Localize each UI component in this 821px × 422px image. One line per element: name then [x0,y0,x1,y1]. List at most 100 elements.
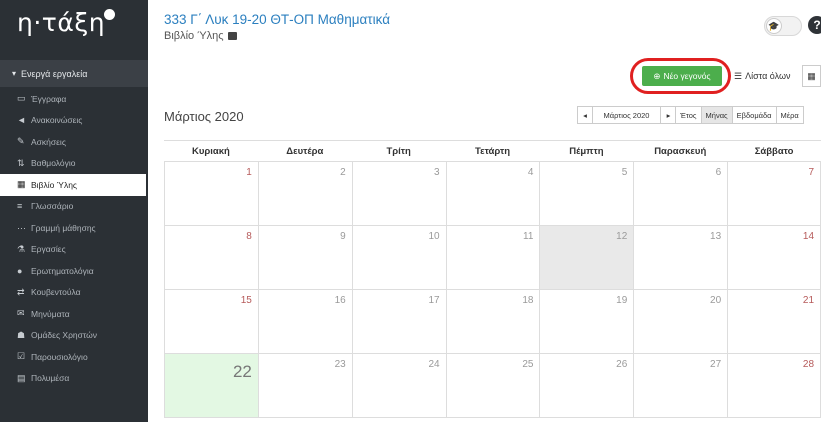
sidebar-item-label: Μηνύματα [31,308,70,319]
page-subtitle: Βιβλίο Ύλης [164,30,237,42]
folder-icon: ▭ [17,93,26,104]
day-cell[interactable]: 15 [164,290,258,353]
sidebar-item-announcements[interactable]: ◄ Ανακοινώσεις [0,110,148,132]
sidebar-item-label: Κουβεντούλα [31,287,81,298]
active-tools-label: Ενεργά εργαλεία [21,68,88,79]
sidebar-item-glossary[interactable]: ≡ Γλωσσάριο [0,196,148,218]
weekday-tuesday: Τρίτη [386,146,411,157]
toggle-description-icon[interactable] [227,32,237,40]
day-cell[interactable]: 27 [633,354,727,417]
day-cell[interactable]: 21 [727,290,821,353]
day-cell[interactable]: 9 [257,226,352,289]
help-icon[interactable]: ? [808,16,821,34]
graduation-cap-icon: 🎓 [766,18,782,34]
day-number: 17 [428,295,440,306]
day-cell[interactable]: 4 [445,162,540,225]
month-navigation: ◂ Μάρτιος 2020 ▸ [577,106,677,124]
question-circle-icon: ● [17,265,23,276]
day-number: 19 [616,295,628,306]
day-number: 4 [527,167,534,178]
day-cell[interactable]: 3 [351,162,446,225]
day-cell[interactable]: 13 [633,226,727,289]
day-number: 21 [802,295,815,306]
student-view-toggle[interactable]: 🎓 [764,16,802,36]
list-icon: ≡ [17,201,23,212]
check-square-icon: ☑ [17,351,26,362]
day-number: 6 [715,167,722,178]
day-cell[interactable]: 20 [633,290,727,353]
day-number: 13 [710,231,722,242]
sidebar-item-label: Βιβλίο Ύλης [31,179,78,190]
film-icon: ▤ [17,372,26,383]
sidebar-item-learning-path[interactable]: ··· Γραμμή μάθησης [0,217,148,239]
day-cell[interactable]: 2 [257,162,352,225]
sidebar-item-attendance[interactable]: ☑ Παρουσιολόγιο [0,346,148,368]
sidebar-item-questionnaires[interactable]: ● Ερωτηματολόγια [0,260,148,282]
day-cell[interactable]: 7 [727,162,821,225]
new-event-button[interactable]: ⊕ Νέο γεγονός [642,66,722,86]
day-number: 14 [802,231,815,242]
sidebar-item-label: Έγγραφα [31,93,67,104]
day-number: 10 [428,231,440,242]
ellipsis-icon: ··· [17,222,26,233]
sidebar-item-course-book[interactable]: ▦ Βιβλίο Ύλης [0,174,146,196]
day-cell[interactable]: 23 [257,354,352,417]
day-number: 20 [710,295,722,306]
sidebar-item-gradebook[interactable]: ⇅ Βαθμολόγιο [0,153,148,175]
view-day-button[interactable]: Μέρα [776,106,804,124]
day-number: 9 [340,231,346,242]
day-cell-today[interactable]: 22 [164,354,258,417]
sidebar-item-messages[interactable]: ✉ Μηνύματα [0,303,148,325]
day-cell[interactable]: 19 [539,290,633,353]
sort-icon: ⇅ [17,157,25,168]
day-cell[interactable]: 17 [351,290,446,353]
sidebar-item-label: Παρουσιολόγιο [31,351,88,362]
sidebar-item-documents[interactable]: ▭ Έγγραφα [0,88,148,110]
view-switcher: Έτος Μήνας Εβδομάδα Μέρα [675,106,804,124]
day-cell[interactable]: 26 [539,354,633,417]
day-cell[interactable]: 14 [727,226,821,289]
sidebar-item-exercises[interactable]: ✎ Ασκήσεις [0,131,148,153]
day-cell[interactable]: 5 [539,162,633,225]
day-number: 5 [621,167,628,178]
day-cell[interactable]: 18 [445,290,540,353]
list-all-button[interactable]: ☰ Λίστα όλων [730,65,795,87]
view-week-button[interactable]: Εβδομάδα [732,106,777,124]
sidebar-item-chat[interactable]: ⇄ Κουβεντούλα [0,282,148,304]
day-number: 2 [340,167,346,178]
calendar-icon: ▦ [17,179,26,190]
sidebar-item-user-groups[interactable]: ☗ Ομάδες Χρηστών [0,325,148,347]
view-year-button[interactable]: Έτος [675,106,702,124]
day-cell[interactable]: 11 [445,226,540,289]
month-title: Μάρτιος 2020 [164,109,244,124]
logo[interactable]: η·τάξη [0,0,148,58]
sidebar-item-multimedia[interactable]: ▤ Πολυμέσα [0,368,148,390]
day-cell[interactable]: 6 [633,162,727,225]
month-picker-button[interactable]: Μάρτιος 2020 [593,106,661,124]
day-cell[interactable]: 24 [351,354,446,417]
view-month-button[interactable]: Μήνας [701,106,733,124]
calendar-button[interactable]: ▦ [802,65,821,87]
day-number: 15 [240,295,252,306]
sidebar-item-assignments[interactable]: ⚗ Εργασίες [0,239,148,261]
day-cell[interactable]: 8 [164,226,258,289]
sidebar-item-label: Βαθμολόγιο [31,158,76,169]
day-cell[interactable]: 1 [164,162,258,225]
day-number: 26 [616,359,628,370]
day-number: 8 [246,231,252,242]
day-cell[interactable]: 25 [445,354,540,417]
day-cell[interactable]: 28 [727,354,821,417]
calendar-icon: ▦ [807,70,816,81]
flask-icon: ⚗ [17,243,26,254]
day-number: 24 [428,359,440,370]
day-number: 22 [232,362,252,381]
users-icon: ☗ [17,329,26,340]
day-cell[interactable]: 10 [351,226,446,289]
course-title[interactable]: 333 Γ΄ Λυκ 19-20 ΘΤ-ΟΠ Μαθηματικά [164,12,390,27]
prev-month-button[interactable]: ◂ [577,106,593,124]
exchange-icon: ⇄ [17,286,25,297]
day-cell-highlighted[interactable]: 12 [539,226,634,289]
new-event-label: Νέο γεγονός [663,71,711,81]
active-tools-header[interactable]: ▾ Ενεργά εργαλεία [0,60,148,87]
day-cell[interactable]: 16 [257,290,352,353]
